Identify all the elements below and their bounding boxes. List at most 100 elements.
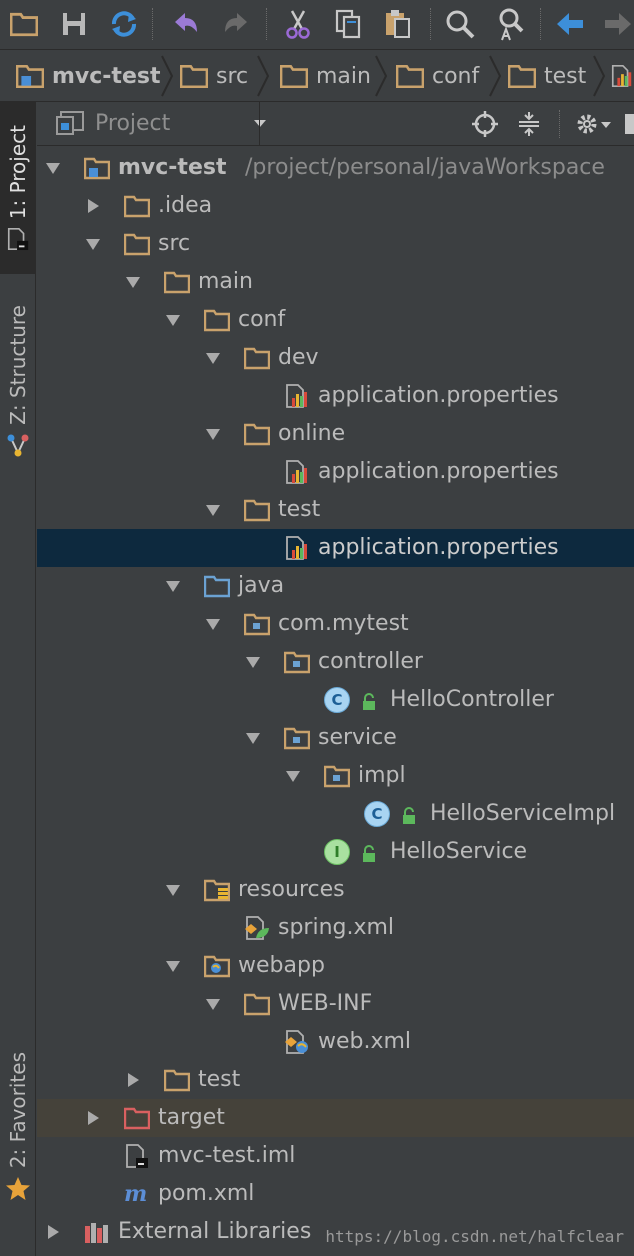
expand-arrow-icon[interactable] xyxy=(165,312,181,328)
structure-icon xyxy=(7,434,29,457)
tab-project-label: 1: Project xyxy=(6,124,30,220)
collapse-arrow-icon[interactable] xyxy=(85,1110,101,1126)
locate-icon[interactable] xyxy=(471,110,499,138)
expand-arrow-icon[interactable] xyxy=(205,426,221,442)
expand-arrow-icon[interactable] xyxy=(205,996,221,1012)
tree-node-helloservice[interactable]: I HelloService xyxy=(37,833,634,871)
open-folder-icon[interactable] xyxy=(6,6,42,42)
expand-arrow-icon[interactable] xyxy=(165,958,181,974)
tree-node-helloserviceimpl[interactable]: C HelloServiceImpl xyxy=(37,795,634,833)
tree-node-src[interactable]: src xyxy=(37,225,634,263)
back-icon[interactable] xyxy=(552,6,588,42)
project-folder-icon xyxy=(6,227,30,251)
source-folder-icon xyxy=(204,574,230,598)
tree-node-label: web.xml xyxy=(318,1029,412,1054)
expand-arrow-icon[interactable] xyxy=(165,882,181,898)
expand-arrow-icon[interactable] xyxy=(125,274,141,290)
paste-icon[interactable] xyxy=(380,6,416,42)
breadcrumb-item-mvc-test[interactable]: mvc-test xyxy=(16,50,161,102)
breadcrumb: mvc-test src main conf test xyxy=(0,50,634,102)
tree-node-test[interactable]: test xyxy=(37,1061,634,1099)
folder-icon xyxy=(244,422,270,446)
tree-node-impl[interactable]: impl xyxy=(37,757,634,795)
expand-arrow-icon[interactable] xyxy=(245,730,261,746)
folder-icon xyxy=(180,63,208,89)
tree-node-label: application.properties xyxy=(318,535,559,560)
breadcrumb-item-src[interactable]: src xyxy=(180,50,248,102)
replace-icon[interactable] xyxy=(492,6,528,42)
tree-node-java[interactable]: java xyxy=(37,567,634,605)
tree-node-web-xml[interactable]: web.xml xyxy=(37,1023,634,1061)
spring-xml-icon xyxy=(244,916,270,940)
tree-node-main[interactable]: main xyxy=(37,263,634,301)
tree-node-online[interactable]: online xyxy=(37,415,634,453)
collapse-arrow-icon[interactable] xyxy=(125,1072,141,1088)
tree-node-label: controller xyxy=(318,649,423,674)
cut-icon[interactable] xyxy=(280,6,316,42)
collapse-all-icon[interactable] xyxy=(515,110,543,138)
expand-arrow-icon[interactable] xyxy=(165,578,181,594)
expand-arrow-icon[interactable] xyxy=(285,768,301,784)
breadcrumb-item-conf[interactable]: conf xyxy=(396,50,479,102)
tab-favorites[interactable]: 2: Favorites xyxy=(0,1042,36,1212)
tab-project[interactable]: 1: Project xyxy=(0,102,36,274)
tree-node-label: conf xyxy=(238,307,286,332)
tree-node-mvc-test-iml[interactable]: mvc-test.iml xyxy=(37,1137,634,1175)
breadcrumb-item-test[interactable]: test xyxy=(508,50,586,102)
tree-node-service[interactable]: service xyxy=(37,719,634,757)
folder-icon xyxy=(280,63,308,89)
settings-gear-icon[interactable] xyxy=(573,110,615,138)
undo-icon[interactable] xyxy=(168,6,204,42)
tree-node-label: HelloController xyxy=(390,687,554,712)
module-folder-icon xyxy=(16,63,44,89)
forward-icon[interactable] xyxy=(600,6,634,42)
tab-favorites-label: 2: Favorites xyxy=(6,1051,30,1169)
tree-node-idea[interactable]: .idea xyxy=(37,187,634,225)
tree-node-online-application-properties[interactable]: application.properties xyxy=(37,453,634,491)
tree-node-com-mytest[interactable]: com.mytest xyxy=(37,605,634,643)
expand-arrow-icon[interactable] xyxy=(205,616,221,632)
tree-node-mvc-test[interactable]: mvc-test /project/personal/javaWorkspace xyxy=(37,149,634,187)
tree-node-dev[interactable]: dev xyxy=(37,339,634,377)
tree-node-label: com.mytest xyxy=(278,611,409,636)
chevron-down-icon xyxy=(254,120,267,127)
tree-node-web-inf[interactable]: WEB-INF xyxy=(37,985,634,1023)
libraries-icon xyxy=(84,1220,110,1244)
sync-icon[interactable] xyxy=(106,6,142,42)
breadcrumb-item-properties-file[interactable] xyxy=(610,50,634,102)
project-tree: mvc-test /project/personal/javaWorkspace… xyxy=(37,149,634,1256)
redo-icon[interactable] xyxy=(218,6,254,42)
tree-node-dev-application-properties[interactable]: application.properties xyxy=(37,377,634,415)
web-xml-icon xyxy=(284,1030,310,1054)
tree-node-controller[interactable]: controller xyxy=(37,643,634,681)
tree-node-spring-xml[interactable]: spring.xml xyxy=(37,909,634,947)
tree-node-pom-xml[interactable]: m pom.xml xyxy=(37,1175,634,1213)
expand-arrow-icon[interactable] xyxy=(85,236,101,252)
find-icon[interactable] xyxy=(442,6,478,42)
tree-node-label: impl xyxy=(358,763,406,788)
hide-panel-icon[interactable] xyxy=(625,114,634,134)
tree-node-label: target xyxy=(158,1105,225,1130)
collapse-arrow-icon[interactable] xyxy=(45,1224,61,1240)
tree-node-resources[interactable]: resources xyxy=(37,871,634,909)
tree-node-label: java xyxy=(238,573,285,598)
tree-node-label: service xyxy=(318,725,397,750)
tab-structure[interactable]: Z: Structure xyxy=(0,292,36,472)
tree-node-conf[interactable]: conf xyxy=(37,301,634,339)
tree-node-webapp[interactable]: webapp xyxy=(37,947,634,985)
breadcrumb-item-main[interactable]: main xyxy=(280,50,371,102)
collapse-arrow-icon[interactable] xyxy=(85,198,101,214)
tree-node-test-application-properties[interactable]: application.properties xyxy=(37,529,634,567)
tree-node-conf-test[interactable]: test xyxy=(37,491,634,529)
tree-node-target[interactable]: target xyxy=(37,1099,634,1137)
expand-arrow-icon[interactable] xyxy=(45,160,61,176)
tree-node-hellocontroller[interactable]: C HelloController xyxy=(37,681,634,719)
folder-icon xyxy=(124,194,150,218)
expand-arrow-icon[interactable] xyxy=(245,654,261,670)
expand-arrow-icon[interactable] xyxy=(205,350,221,366)
copy-icon[interactable] xyxy=(330,6,366,42)
save-icon[interactable] xyxy=(56,6,92,42)
project-view-selector[interactable]: Project xyxy=(55,110,268,136)
folder-icon xyxy=(164,1068,190,1092)
expand-arrow-icon[interactable] xyxy=(205,502,221,518)
